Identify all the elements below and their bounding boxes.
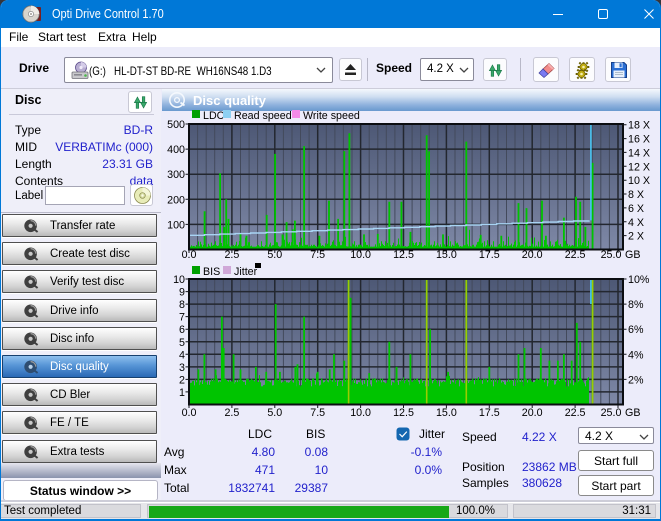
svg-text:Write speed: Write speed — [303, 110, 360, 122]
svg-text:22.5: 22.5 — [565, 407, 586, 419]
svg-text:10.0: 10.0 — [350, 407, 371, 419]
svg-text:15.0: 15.0 — [436, 407, 457, 419]
svg-text:400: 400 — [167, 144, 185, 156]
svg-text:4 X: 4 X — [628, 217, 644, 229]
svg-text:0.0: 0.0 — [182, 407, 197, 419]
svg-text:500: 500 — [167, 119, 185, 131]
svg-text:BIS: BIS — [203, 266, 220, 278]
svg-text:8 X: 8 X — [628, 189, 644, 201]
svg-text:6%: 6% — [628, 324, 644, 336]
svg-text:4%: 4% — [628, 349, 644, 361]
svg-text:7.5: 7.5 — [310, 249, 325, 261]
svg-text:LDC: LDC — [203, 110, 225, 122]
svg-text:1: 1 — [179, 387, 185, 399]
svg-text:2.5: 2.5 — [224, 249, 239, 261]
svg-text:10: 10 — [173, 274, 185, 286]
svg-text:5.0: 5.0 — [267, 249, 282, 261]
svg-text:14 X: 14 X — [628, 147, 650, 159]
svg-text:7.5: 7.5 — [310, 407, 325, 419]
svg-text:12.5: 12.5 — [393, 407, 414, 419]
svg-text:16 X: 16 X — [628, 134, 650, 146]
svg-text:17.5: 17.5 — [479, 249, 500, 261]
svg-text:18 X: 18 X — [628, 120, 650, 132]
svg-text:2 X: 2 X — [628, 231, 644, 243]
svg-text:4: 4 — [179, 349, 185, 361]
svg-text:22.5: 22.5 — [565, 249, 586, 261]
svg-text:2: 2 — [179, 374, 185, 386]
svg-text:200: 200 — [167, 194, 185, 206]
svg-text:5.0: 5.0 — [267, 407, 282, 419]
svg-text:GB: GB — [625, 407, 640, 419]
svg-text:17.5: 17.5 — [479, 407, 500, 419]
svg-text:25.0: 25.0 — [601, 249, 622, 261]
svg-text:6: 6 — [179, 324, 185, 336]
svg-text:25.0: 25.0 — [601, 407, 622, 419]
svg-text:7: 7 — [179, 312, 185, 324]
svg-text:0.0: 0.0 — [182, 249, 197, 261]
svg-text:2%: 2% — [628, 374, 644, 386]
svg-text:10 X: 10 X — [628, 175, 650, 187]
svg-text:5: 5 — [179, 337, 185, 349]
svg-text:2.5: 2.5 — [224, 407, 239, 419]
svg-text:10%: 10% — [628, 274, 650, 286]
svg-text:20.0: 20.0 — [522, 249, 543, 261]
svg-text:3: 3 — [179, 362, 185, 374]
svg-text:15.0: 15.0 — [436, 249, 457, 261]
svg-text:Read speed: Read speed — [234, 110, 292, 122]
svg-text:Jitter: Jitter — [234, 266, 258, 278]
svg-text:12.5: 12.5 — [393, 249, 414, 261]
svg-text:100: 100 — [167, 219, 185, 231]
svg-text:9: 9 — [179, 287, 185, 299]
svg-text:10.0: 10.0 — [350, 249, 371, 261]
svg-text:12 X: 12 X — [628, 161, 650, 173]
svg-text:8: 8 — [179, 299, 185, 311]
svg-text:8%: 8% — [628, 299, 644, 311]
svg-text:300: 300 — [167, 169, 185, 181]
svg-text:20.0: 20.0 — [522, 407, 543, 419]
svg-text:6 X: 6 X — [628, 203, 644, 215]
svg-text:GB: GB — [625, 249, 640, 261]
